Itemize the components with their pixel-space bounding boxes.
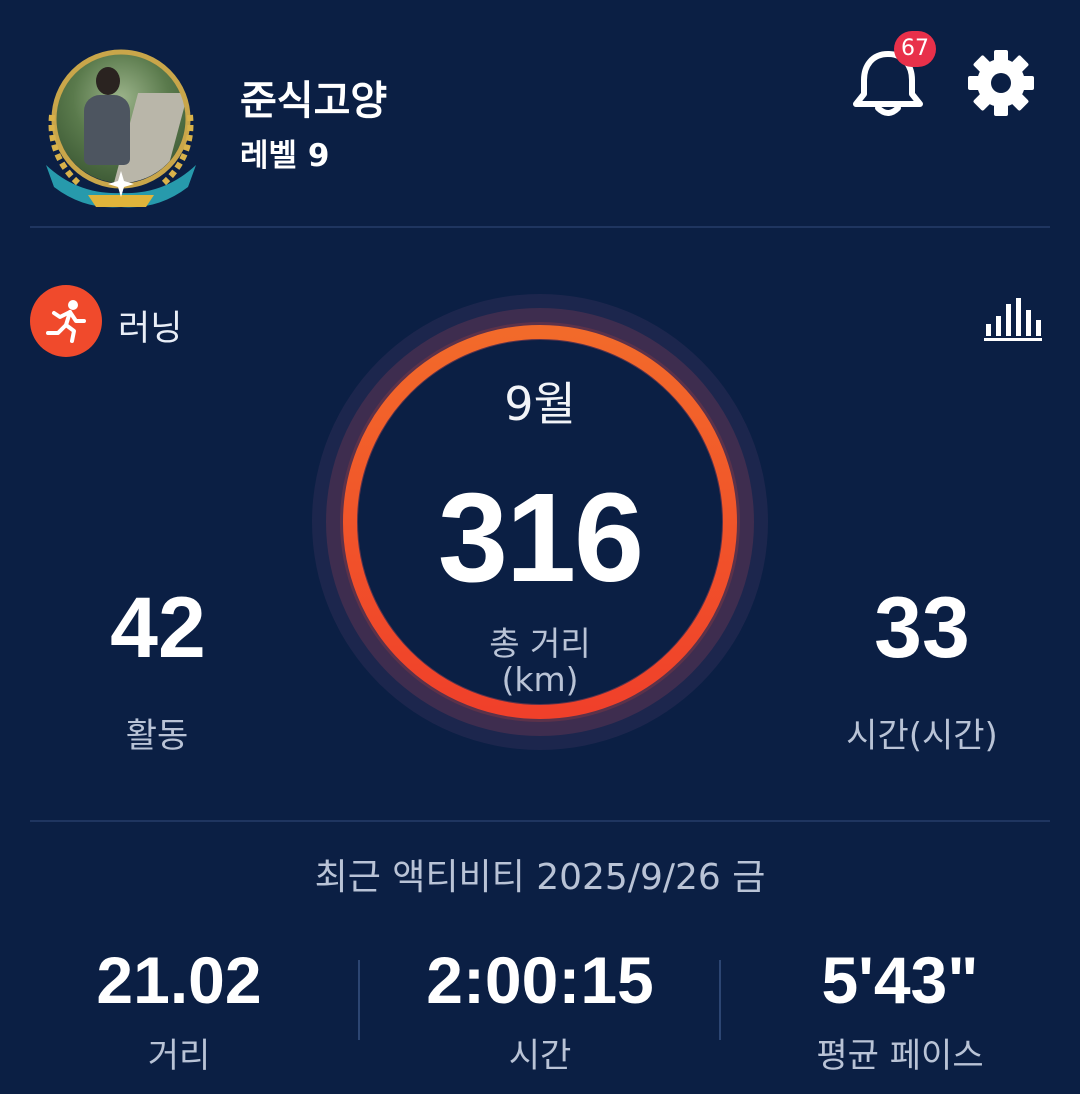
recent-pace-label: 평균 페이스 <box>816 1036 984 1076</box>
section-divider <box>30 820 1050 822</box>
avatar[interactable] <box>38 45 204 211</box>
bar-chart-icon[interactable] <box>982 296 1044 342</box>
recent-pace-value: 5'43" <box>821 943 979 1017</box>
total-distance-unit: (km) <box>501 660 579 699</box>
total-distance-value: 316 <box>437 467 644 608</box>
activities-label: 활동 <box>125 716 189 756</box>
total-distance-label: 총 거리 <box>489 624 591 663</box>
recent-distance-value: 21.02 <box>96 943 262 1017</box>
gear-icon[interactable] <box>966 48 1036 118</box>
activities-count: 42 <box>110 580 206 676</box>
notification-badge: 67 <box>894 31 936 67</box>
recent-distance-label: 거리 <box>147 1036 211 1076</box>
hours-label: 시간(시간) <box>846 716 998 756</box>
stat-separator <box>358 960 360 1040</box>
username: 준식고양 <box>240 78 388 124</box>
recent-time-label: 시간 <box>508 1036 572 1076</box>
stat-separator <box>719 960 721 1040</box>
month-label: 9월 <box>504 377 576 431</box>
level-wreath-icon <box>46 49 196 208</box>
user-level: 레벨 9 <box>240 138 330 174</box>
hours-value: 33 <box>874 580 970 676</box>
running-person-icon[interactable] <box>30 285 102 357</box>
recent-activity-heading[interactable]: 최근 액티비티 2025/9/26 금 <box>0 848 1080 900</box>
activity-type-label[interactable]: 러닝 <box>118 300 182 351</box>
header-divider <box>30 226 1050 228</box>
recent-time-value: 2:00:15 <box>426 943 654 1017</box>
